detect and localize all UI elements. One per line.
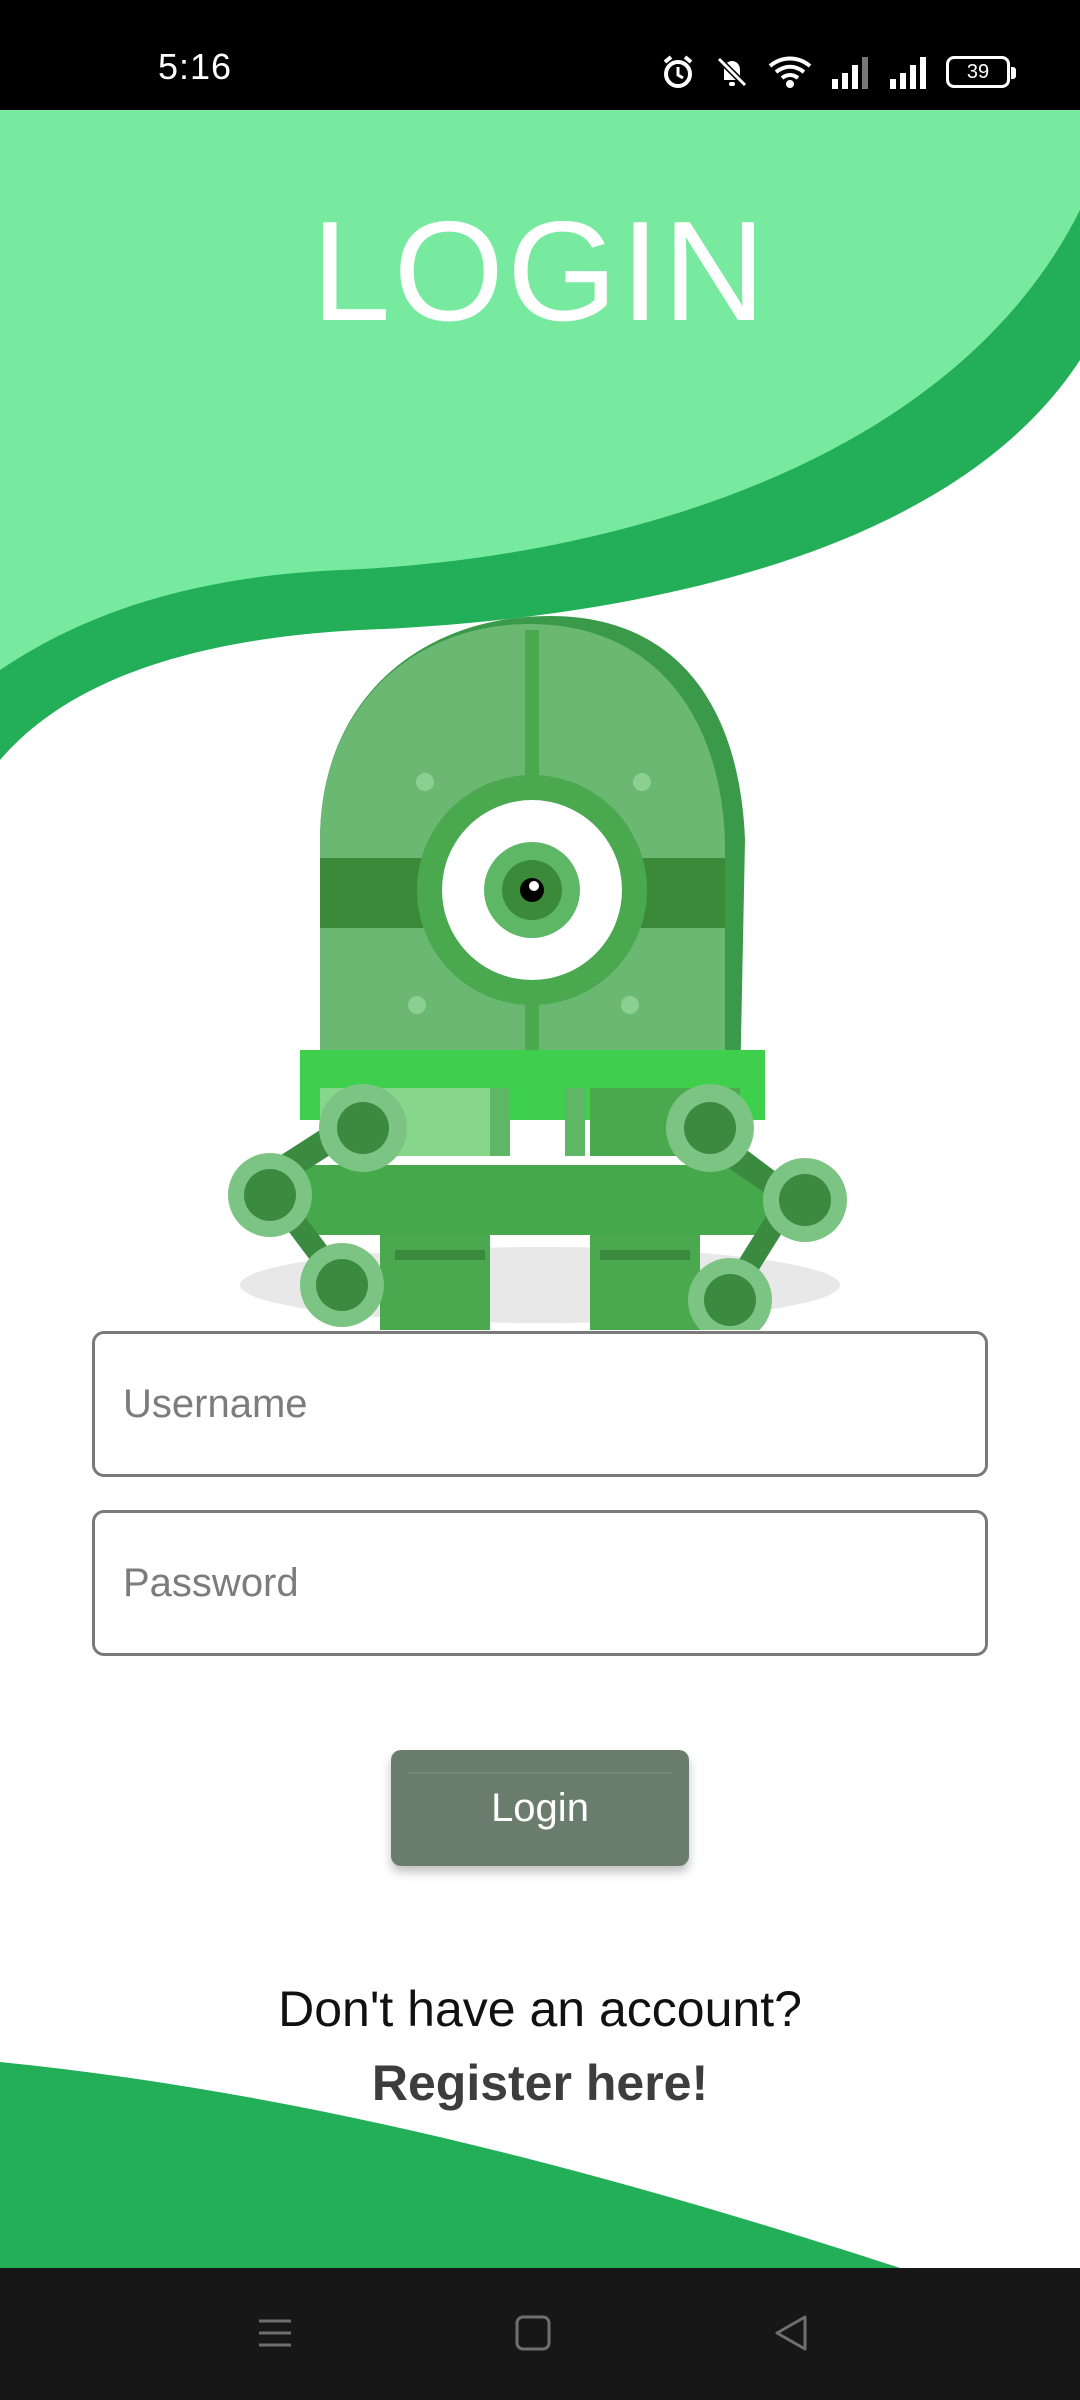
home-icon <box>515 2315 551 2351</box>
status-bar: 5:16 39 <box>0 0 1080 110</box>
back-icon <box>775 2315 807 2351</box>
username-field <box>92 1331 988 1477</box>
password-field <box>92 1510 988 1656</box>
status-icons: 39 <box>660 50 1016 94</box>
status-time: 5:16 <box>158 46 233 87</box>
home-button[interactable] <box>503 2308 563 2358</box>
account-question: Don't have an account? <box>278 1981 802 2037</box>
username-input[interactable] <box>95 1334 985 1474</box>
password-input[interactable] <box>95 1513 985 1653</box>
back-button[interactable] <box>761 2308 821 2358</box>
menu-button[interactable] <box>245 2308 305 2358</box>
battery-indicator: 39 <box>946 56 1016 88</box>
navigation-bar <box>0 2268 1080 2400</box>
register-link[interactable]: Register here! <box>0 2054 1080 2112</box>
alarm-icon <box>663 55 693 88</box>
wifi-icon <box>768 56 812 88</box>
signal-icon <box>832 57 868 89</box>
robot-illustration <box>228 616 847 1330</box>
login-button[interactable]: Login <box>391 1750 689 1866</box>
login-screen: 5:16 39 LOGIN Username Login Don't have … <box>0 0 1080 2400</box>
page-title: LOGIN <box>311 192 769 351</box>
bell-off-icon <box>716 56 748 88</box>
signal-icon <box>890 57 926 89</box>
menu-icon <box>259 2319 291 2347</box>
